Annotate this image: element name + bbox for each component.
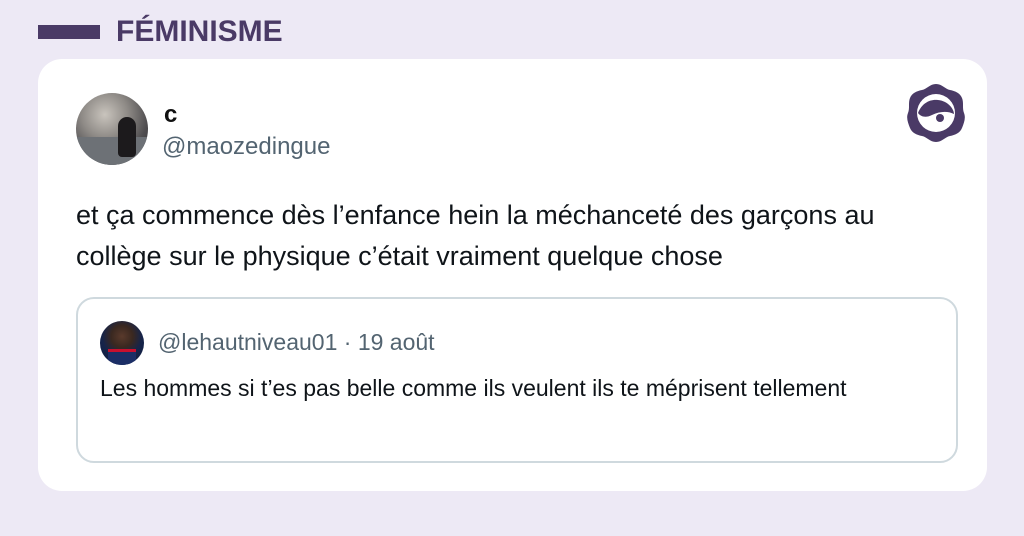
category-header: FÉMINISME bbox=[38, 12, 283, 52]
quoted-avatar[interactable] bbox=[100, 321, 144, 365]
category-bar bbox=[38, 25, 100, 39]
quoted-meta: @lehautniveau01 · 19 août bbox=[158, 329, 435, 356]
display-name[interactable]: c bbox=[164, 101, 177, 129]
quoted-text: Les hommes si t’es pas belle comme ils v… bbox=[100, 375, 847, 401]
category-label: FÉMINISME bbox=[116, 15, 283, 48]
meta-separator: · bbox=[337, 329, 358, 355]
tweet-card: c @maozedingue et ça commence dès l’enfa… bbox=[38, 59, 987, 491]
tweet-text: et ça commence dès l’enfance hein la méc… bbox=[76, 200, 875, 271]
quoted-handle[interactable]: @lehautniveau01 bbox=[158, 329, 337, 355]
quoted-date[interactable]: 19 août bbox=[358, 329, 435, 355]
avatar[interactable] bbox=[76, 93, 148, 165]
brand-logo-icon bbox=[907, 84, 965, 142]
quoted-tweet[interactable]: @lehautniveau01 · 19 août Les hommes si … bbox=[76, 297, 958, 463]
user-handle[interactable]: @maozedingue bbox=[162, 133, 330, 161]
